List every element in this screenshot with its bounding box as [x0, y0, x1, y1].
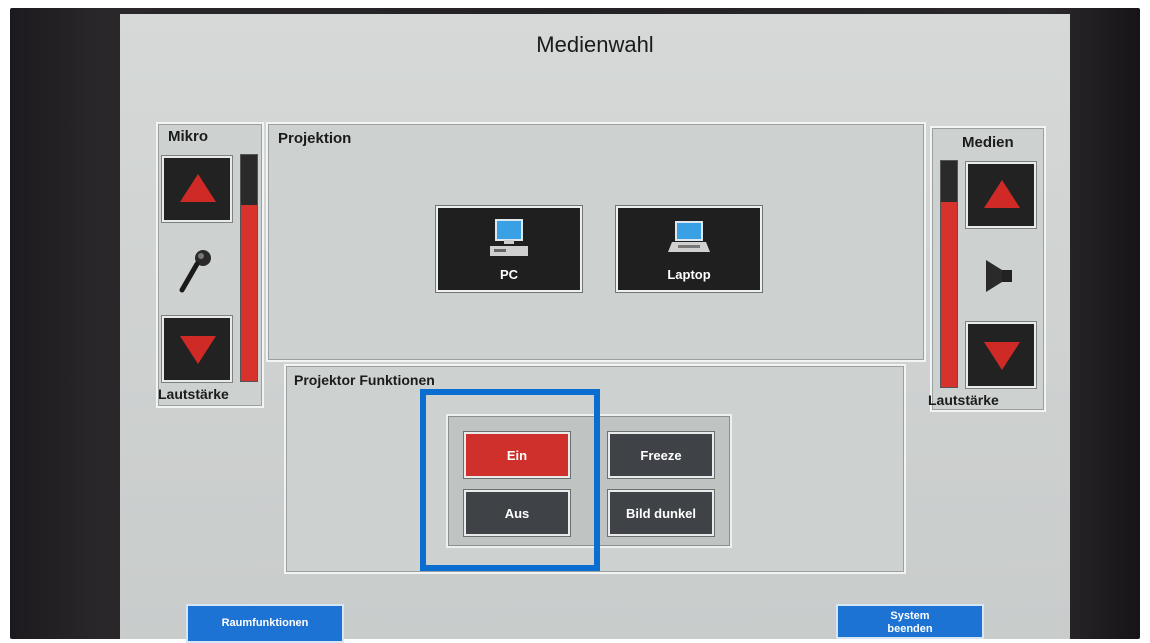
system-beenden-line2: beenden	[887, 623, 933, 635]
projektion-label: Projektion	[278, 130, 352, 147]
mikro-volume-up-button[interactable]	[162, 156, 232, 222]
desktop-pc-icon	[486, 218, 532, 263]
projektor-bild-dunkel-button[interactable]: Bild dunkel	[608, 490, 714, 536]
annotation-highlight-box	[420, 389, 600, 571]
mikro-label: Mikro	[168, 128, 209, 145]
triangle-up-icon	[180, 174, 216, 202]
projektion-panel: Projektion PC Laptop	[266, 122, 926, 362]
medien-volume-panel: Medien Lautstärke	[928, 126, 1046, 412]
laptop-icon	[666, 218, 712, 263]
source-pc-button[interactable]: PC	[436, 206, 582, 292]
mikro-level-meter	[240, 154, 258, 382]
speaker-icon	[980, 256, 1020, 296]
medien-level-meter	[940, 160, 958, 388]
source-laptop-label: Laptop	[667, 267, 711, 282]
photo-margin	[1140, 8, 1150, 639]
system-beenden-button[interactable]: System beenden	[836, 604, 984, 639]
triangle-down-icon	[180, 336, 216, 364]
triangle-down-icon	[984, 342, 1020, 370]
source-pc-label: PC	[499, 267, 519, 282]
system-beenden-line1: System	[890, 610, 930, 622]
medien-volume-up-button[interactable]	[966, 162, 1036, 228]
raumfunktionen-button[interactable]: Raumfunktionen	[186, 604, 344, 643]
medien-volume-label: Lautstärke	[928, 392, 999, 408]
projektor-freeze-button[interactable]: Freeze	[608, 432, 714, 478]
page-title: Medienwahl	[536, 32, 654, 57]
medien-volume-down-button[interactable]	[966, 322, 1036, 388]
mikro-volume-label: Lautstärke	[158, 386, 229, 402]
mikro-volume-panel: Mikro Lautstärke	[156, 122, 264, 408]
microphone-icon	[176, 246, 216, 296]
projektor-funktionen-label: Projektor Funktionen	[294, 372, 435, 388]
medien-level-fill	[941, 201, 957, 387]
mikro-volume-down-button[interactable]	[162, 316, 232, 382]
medien-label: Medien	[962, 134, 1014, 151]
triangle-up-icon	[984, 180, 1020, 208]
mikro-level-fill	[241, 204, 257, 381]
source-laptop-button[interactable]: Laptop	[616, 206, 762, 292]
